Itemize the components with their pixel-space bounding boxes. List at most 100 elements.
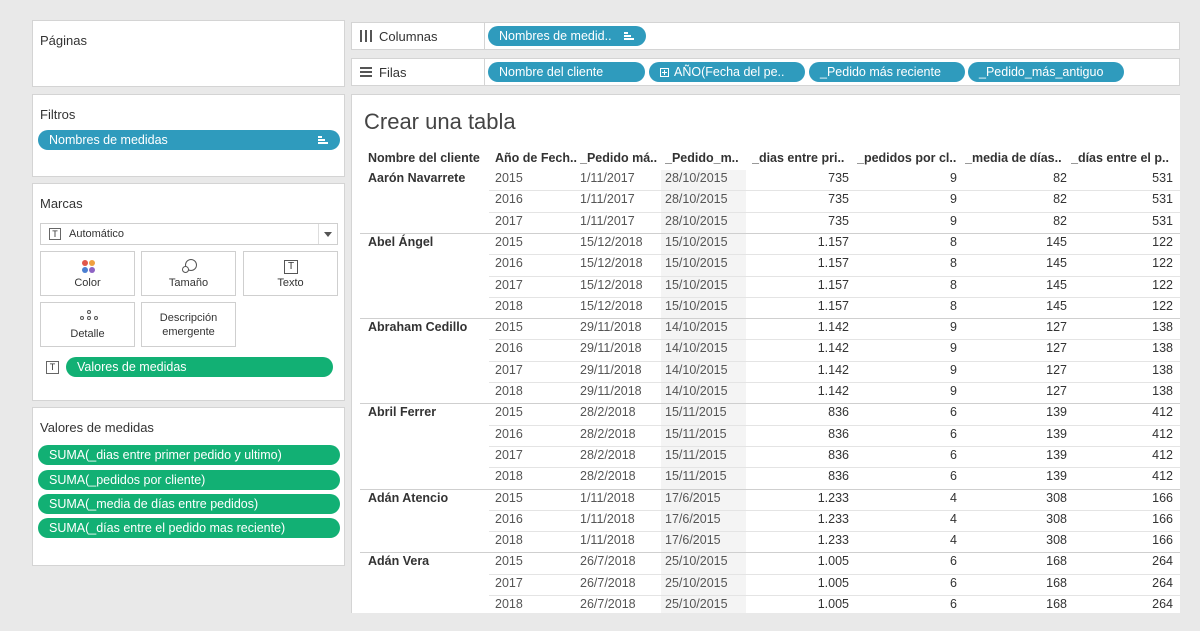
value-cell[interactable]: 9 <box>877 384 957 398</box>
value-cell[interactable]: 8 <box>877 235 957 249</box>
value-cell[interactable]: 1.142 <box>769 341 849 355</box>
value-cell[interactable]: 1.233 <box>769 512 849 526</box>
value-cell[interactable]: 127 <box>987 363 1067 377</box>
year-cell[interactable]: 2016 <box>495 256 523 270</box>
value-cell[interactable]: 139 <box>987 405 1067 419</box>
date-cell[interactable]: 28/2/2018 <box>580 448 636 462</box>
value-cell[interactable]: 127 <box>987 384 1067 398</box>
value-cell[interactable]: 1.233 <box>769 533 849 547</box>
column-header[interactable]: _dias entre pri.. <box>752 151 852 165</box>
date-cell[interactable]: 15/10/2015 <box>665 235 728 249</box>
column-header[interactable]: _pedidos por cl.. <box>857 151 959 165</box>
year-cell[interactable]: 2017 <box>495 448 523 462</box>
value-cell[interactable]: 9 <box>877 192 957 206</box>
date-cell[interactable]: 15/12/2018 <box>580 278 643 292</box>
year-cell[interactable]: 2018 <box>495 469 523 483</box>
value-cell[interactable]: 8 <box>877 278 957 292</box>
value-cell[interactable]: 122 <box>1093 278 1173 292</box>
date-cell[interactable]: 15/12/2018 <box>580 256 643 270</box>
text-button[interactable]: T Texto <box>243 251 338 296</box>
value-cell[interactable]: 308 <box>987 491 1067 505</box>
value-cell[interactable]: 168 <box>987 576 1067 590</box>
date-cell[interactable]: 15/10/2015 <box>665 278 728 292</box>
value-cell[interactable]: 82 <box>987 192 1067 206</box>
tooltip-button[interactable]: Descripción emergente <box>141 302 236 347</box>
date-cell[interactable]: 1/11/2017 <box>580 192 635 206</box>
value-cell[interactable]: 412 <box>1093 405 1173 419</box>
column-header[interactable]: Año de Fech.. <box>495 151 578 165</box>
year-cell[interactable]: 2015 <box>495 235 523 249</box>
value-cell[interactable]: 1.142 <box>769 363 849 377</box>
value-cell[interactable]: 735 <box>769 192 849 206</box>
date-cell[interactable]: 26/7/2018 <box>580 554 636 568</box>
rows-pill-oldest-order[interactable]: _Pedido_más_antiguo <box>968 62 1124 82</box>
date-cell[interactable]: 28/10/2015 <box>665 192 728 206</box>
value-cell[interactable]: 9 <box>877 363 957 377</box>
value-cell[interactable]: 1.233 <box>769 491 849 505</box>
column-header[interactable]: _días entre el p.. <box>1071 151 1177 165</box>
value-cell[interactable]: 531 <box>1093 171 1173 185</box>
date-cell[interactable]: 29/11/2018 <box>580 341 642 355</box>
value-cell[interactable]: 6 <box>877 405 957 419</box>
date-cell[interactable]: 28/2/2018 <box>580 405 636 419</box>
value-cell[interactable]: 8 <box>877 256 957 270</box>
value-cell[interactable]: 4 <box>877 533 957 547</box>
value-cell[interactable]: 1.005 <box>769 554 849 568</box>
value-cell[interactable]: 9 <box>877 171 957 185</box>
value-cell[interactable]: 308 <box>987 533 1067 547</box>
value-cell[interactable]: 4 <box>877 512 957 526</box>
year-cell[interactable]: 2017 <box>495 363 523 377</box>
date-cell[interactable]: 15/10/2015 <box>665 299 728 313</box>
value-cell[interactable]: 168 <box>987 554 1067 568</box>
value-cell[interactable]: 308 <box>987 512 1067 526</box>
value-cell[interactable]: 9 <box>877 320 957 334</box>
year-cell[interactable]: 2018 <box>495 597 523 611</box>
value-cell[interactable]: 6 <box>877 554 957 568</box>
date-cell[interactable]: 29/11/2018 <box>580 363 642 377</box>
year-cell[interactable]: 2015 <box>495 554 523 568</box>
date-cell[interactable]: 17/6/2015 <box>665 512 721 526</box>
rows-pill-year[interactable]: AÑO(Fecha del pe.. <box>649 62 805 82</box>
value-cell[interactable]: 139 <box>987 448 1067 462</box>
value-cell[interactable]: 122 <box>1093 299 1173 313</box>
value-cell[interactable]: 412 <box>1093 469 1173 483</box>
value-cell[interactable]: 127 <box>987 320 1067 334</box>
value-cell[interactable]: 127 <box>987 341 1067 355</box>
rows-pill-customer-name[interactable]: Nombre del cliente <box>488 62 645 82</box>
year-cell[interactable]: 2017 <box>495 576 523 590</box>
value-cell[interactable]: 6 <box>877 597 957 611</box>
date-cell[interactable]: 25/10/2015 <box>665 554 728 568</box>
date-cell[interactable]: 1/11/2018 <box>580 512 635 526</box>
value-cell[interactable]: 836 <box>769 405 849 419</box>
year-cell[interactable]: 2018 <box>495 299 523 313</box>
date-cell[interactable]: 14/10/2015 <box>665 320 728 334</box>
year-cell[interactable]: 2016 <box>495 341 523 355</box>
mark-type-dropdown[interactable]: T Automático <box>40 223 338 245</box>
value-cell[interactable]: 531 <box>1093 214 1173 228</box>
value-cell[interactable]: 138 <box>1093 320 1173 334</box>
value-cell[interactable]: 531 <box>1093 192 1173 206</box>
value-cell[interactable]: 264 <box>1093 554 1173 568</box>
customer-name-cell[interactable]: Aarón Navarrete <box>368 171 465 185</box>
value-cell[interactable]: 9 <box>877 341 957 355</box>
date-cell[interactable]: 28/2/2018 <box>580 427 636 441</box>
value-cell[interactable]: 166 <box>1093 491 1173 505</box>
value-cell[interactable]: 138 <box>1093 363 1173 377</box>
value-cell[interactable]: 139 <box>987 469 1067 483</box>
detail-button[interactable]: Detalle <box>40 302 135 347</box>
date-cell[interactable]: 15/12/2018 <box>580 299 643 313</box>
year-cell[interactable]: 2018 <box>495 533 523 547</box>
year-cell[interactable]: 2017 <box>495 214 523 228</box>
value-cell[interactable]: 6 <box>877 427 957 441</box>
value-cell[interactable]: 836 <box>769 448 849 462</box>
date-cell[interactable]: 25/10/2015 <box>665 597 728 611</box>
customer-name-cell[interactable]: Abel Ángel <box>368 235 433 249</box>
date-cell[interactable]: 1/11/2018 <box>580 533 635 547</box>
filter-pill-measure-names[interactable]: Nombres de medidas <box>38 130 340 150</box>
size-button[interactable]: Tamaño <box>141 251 236 296</box>
year-cell[interactable]: 2015 <box>495 491 523 505</box>
column-header[interactable]: _Pedido má.. <box>580 151 663 165</box>
value-cell[interactable]: 166 <box>1093 533 1173 547</box>
date-cell[interactable]: 1/11/2017 <box>580 214 635 228</box>
year-cell[interactable]: 2018 <box>495 384 523 398</box>
